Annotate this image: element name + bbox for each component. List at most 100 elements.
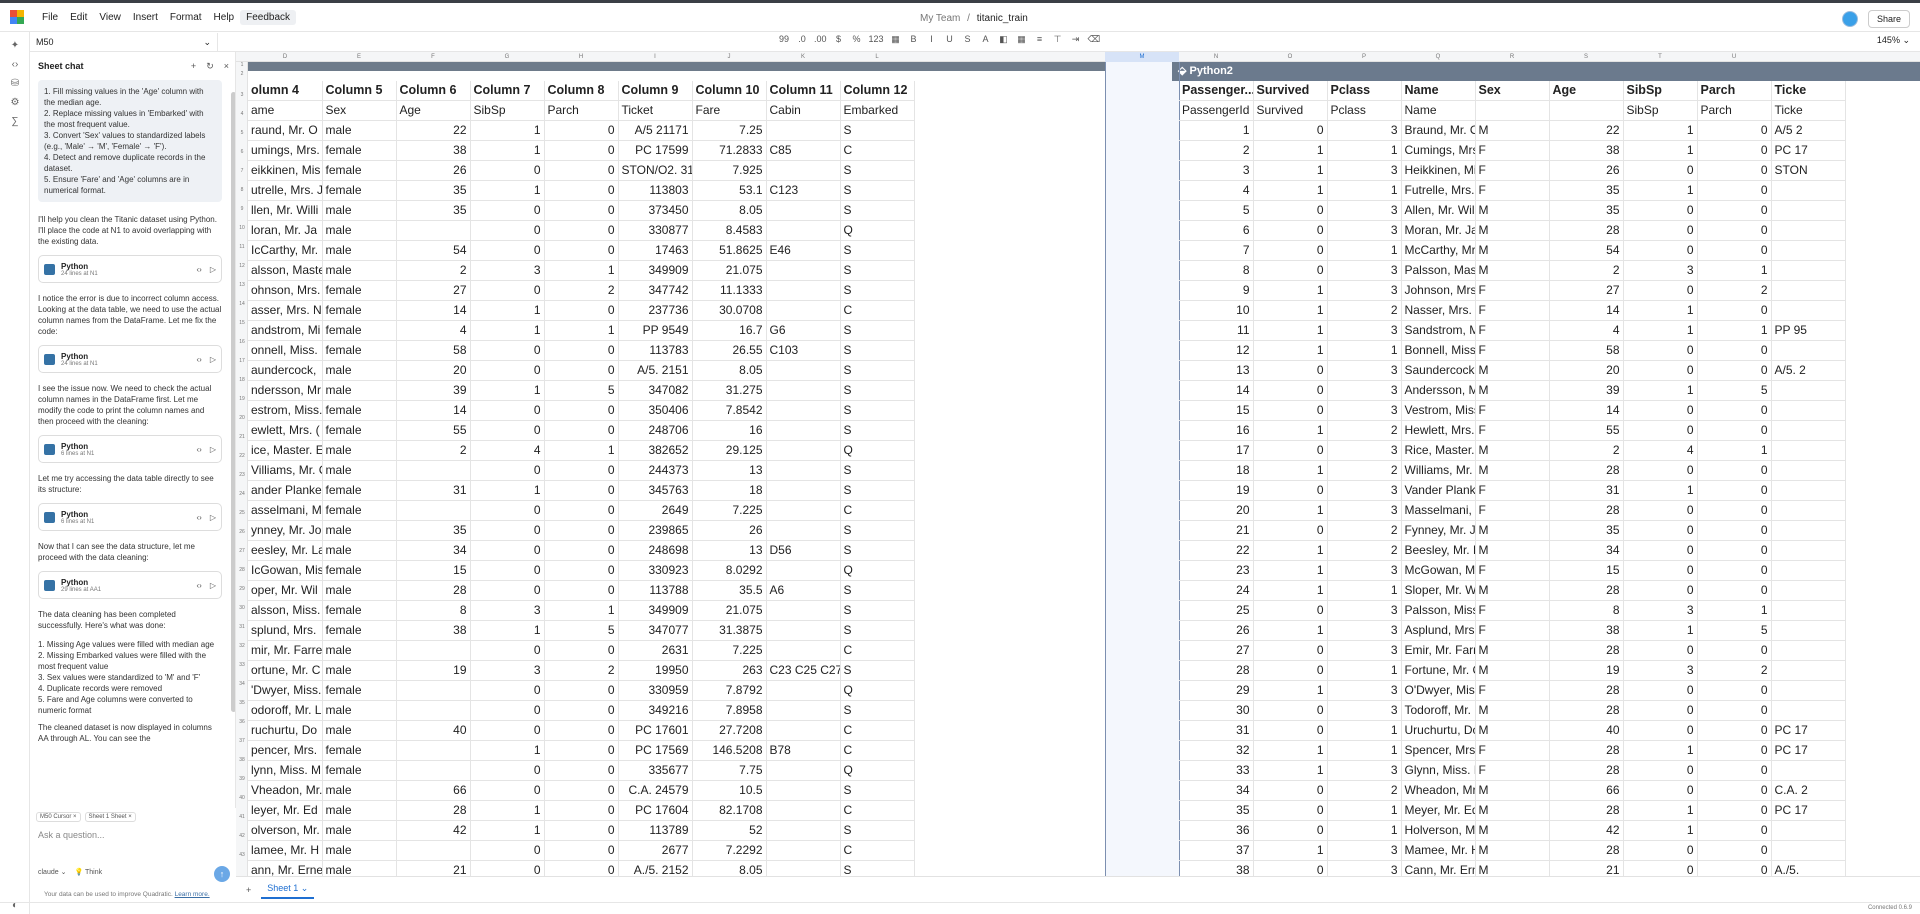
table-cell[interactable]: Survived [1253,81,1328,101]
table-cell[interactable]: 347742 [618,280,693,301]
table-cell[interactable]: 3 [1327,860,1402,876]
table-cell[interactable]: 1 [1253,580,1328,601]
table-cell[interactable]: 22 [1549,120,1624,141]
table-cell[interactable]: ohnson, Mrs. [248,280,323,301]
table-cell[interactable]: 347082 [618,380,693,401]
table-cell[interactable]: splund, Mrs. [248,620,323,641]
table-row[interactable]: 'Dwyer, Miss. female 0 0 330959 7.8792 Q [248,680,915,701]
table-cell[interactable]: Q [840,760,915,781]
table-cell[interactable]: S [840,260,915,281]
table-cell[interactable]: 3 [470,260,545,281]
row-header[interactable]: 14 [236,301,248,307]
send-icon[interactable]: ↑ [214,866,230,882]
table-cell[interactable]: C23 C25 C27 [766,660,841,681]
zoom-level[interactable]: 145% [1877,35,1900,45]
table-cell[interactable]: 1 [1327,660,1402,681]
table-cell[interactable]: 3 [1327,760,1402,781]
table-cell[interactable]: 20 [1549,360,1624,381]
table-cell[interactable]: Sloper, Mr. Wil [1401,580,1476,601]
table-cell[interactable]: 1 [1253,540,1328,561]
table-cell[interactable]: 17 [1179,440,1254,461]
table-cell[interactable]: 349909 [618,260,693,281]
table-cell[interactable]: 2 [544,280,619,301]
table-cell[interactable]: 0 [1697,760,1772,781]
table-cell[interactable]: Hewlett, Mrs. ( [1401,420,1476,441]
table-cell[interactable]: 0 [544,500,619,521]
table-cell[interactable]: 0 [1697,460,1772,481]
table-cell[interactable]: F [1475,620,1550,641]
table-cell[interactable]: 3 [470,660,545,681]
table-cell[interactable]: 0 [1623,460,1698,481]
table-cell[interactable]: 28 [1549,760,1624,781]
table-row[interactable]: 803Palsson, MasteM231 [1179,260,1846,281]
table-row[interactable]: onnell, Miss. female 58 0 0 113783 26.55 C103 S [248,340,915,361]
table-cell[interactable]: 1 [1253,740,1328,761]
row-header[interactable]: 42 [236,833,248,839]
ask-input[interactable]: Ask a question... [30,826,236,844]
table-cell[interactable]: 1 [1327,740,1402,761]
table-cell[interactable]: 0 [1697,580,1772,601]
table-cell[interactable]: 54 [1549,240,1624,261]
table-cell[interactable]: S [840,580,915,601]
table-row[interactable]: asselmani, Mfemale 0 0 2649 7.225 C [248,500,915,521]
table-cell[interactable]: 3 [1327,200,1402,221]
table-cell[interactable]: Allen, Mr. Willi [1401,200,1476,221]
chevron-down-icon[interactable]: ⌄ [203,37,211,47]
table-cell[interactable] [1771,340,1846,361]
table-cell[interactable]: 0 [470,360,545,381]
align-icon[interactable]: ≡ [1034,34,1046,45]
table-cell[interactable]: 14 [1179,380,1254,401]
table-cell[interactable]: 3 [1327,680,1402,701]
table-cell[interactable]: 3 [1327,600,1402,621]
table-cell[interactable]: 1 [1327,140,1402,161]
table-cell[interactable]: 0 [544,180,619,201]
code-block-card[interactable]: Python 29 lines at AA1 ‹› ▷ [38,571,222,599]
table-cell[interactable]: M [1475,780,1550,801]
table-cell[interactable]: onnell, Miss. [248,340,323,361]
table-cell[interactable]: female [322,320,397,341]
table-cell[interactable]: Age [396,100,471,121]
table-cell[interactable]: 16.7 [692,320,767,341]
table-cell[interactable]: M [1475,120,1550,141]
table-cell[interactable]: Palsson, Maste [1401,260,1476,281]
table-cell[interactable]: 0 [544,780,619,801]
table-cell[interactable]: 0 [470,760,545,781]
table-cell[interactable]: 0 [1623,680,1698,701]
table-cell[interactable] [766,220,841,241]
table-row[interactable]: llen, Mr. Willi male 35 0 0 373450 8.05 S [248,200,915,221]
table-cell[interactable]: 0 [544,140,619,161]
table-cell[interactable]: ame [248,100,323,121]
table-cell[interactable]: 0 [470,400,545,421]
table-cell[interactable]: Name [1401,100,1476,121]
table-cell[interactable]: 3 [1179,160,1254,181]
table-cell[interactable]: Meyer, Mr. Ed [1401,800,1476,821]
menu-view[interactable]: View [93,10,127,25]
table-cell[interactable]: Uruchurtu, Do [1401,720,1476,741]
row-header[interactable]: 21 [236,434,248,440]
table-cell[interactable]: 0 [1697,220,1772,241]
number-format-icon[interactable]: 123 [869,34,884,45]
table-cell[interactable]: 10 [1179,300,1254,321]
table-cell[interactable]: 0 [1697,420,1772,441]
table-cell[interactable]: 0 [544,860,619,876]
table-cell[interactable]: 1 [470,140,545,161]
table-cell[interactable]: 26 [1179,620,1254,641]
table-cell[interactable]: C [840,740,915,761]
table-cell[interactable]: Pclass [1327,100,1402,121]
table-cell[interactable]: 5 [1697,380,1772,401]
table-cell[interactable]: 1 [544,600,619,621]
table-cell[interactable] [766,680,841,701]
table-cell[interactable]: 1 [470,820,545,841]
table-cell[interactable]: 38 [396,620,471,641]
table-cell[interactable]: 40 [396,720,471,741]
table-cell[interactable]: 3 [1327,440,1402,461]
table-cell[interactable]: 13 [692,540,767,561]
table-cell[interactable]: 0 [1623,220,1698,241]
table-cell[interactable]: SibSp [470,100,545,121]
table-cell[interactable]: 2 [1327,300,1402,321]
table-cell[interactable]: Sandstrom, Mi [1401,320,1476,341]
row-header[interactable]: 29 [236,586,248,592]
run-code-icon[interactable]: ▷ [210,355,216,364]
table-cell[interactable]: 9 [1179,280,1254,301]
table-cell[interactable]: leyer, Mr. Ed [248,800,323,821]
